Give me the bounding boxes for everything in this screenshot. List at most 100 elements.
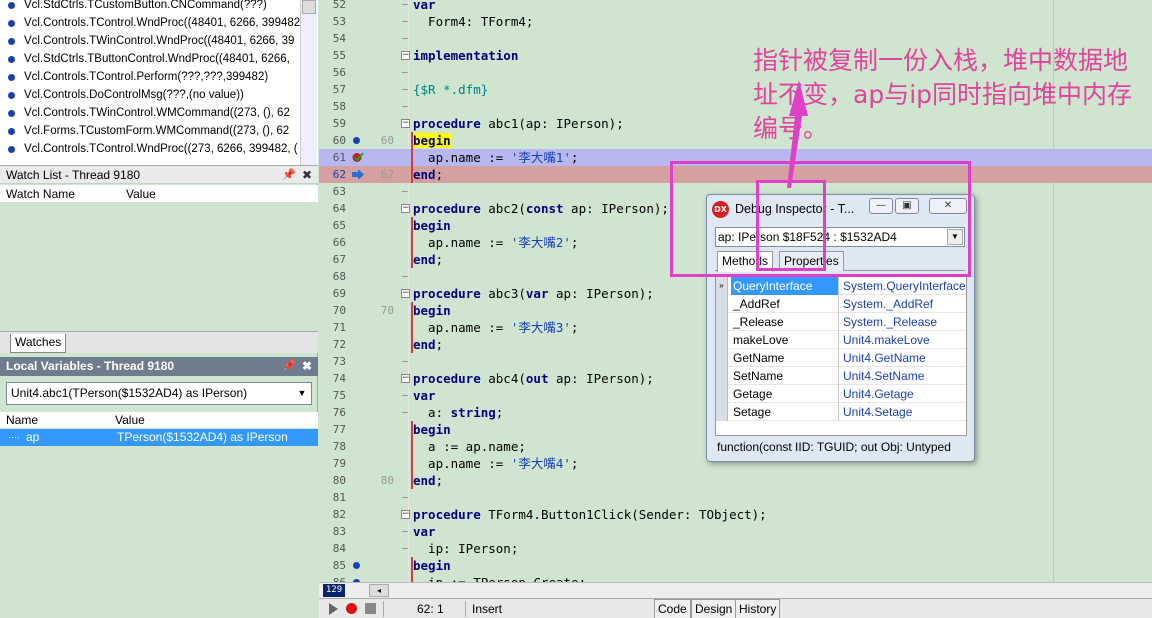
- methods-grid[interactable]: » QueryInterface System.QueryInterface _Add…: [715, 276, 967, 436]
- call-stack-item[interactable]: Vcl.Controls.TWinControl.WndProc((48401,…: [0, 32, 318, 50]
- code-line[interactable]: 80 80 end;: [319, 472, 1152, 489]
- fold-guide: [402, 412, 408, 413]
- code-text: procedure abc2(const ap: IPerson);: [413, 201, 669, 216]
- code-text: begin: [413, 133, 451, 148]
- watch-list-title: Watch List - Thread 9180 📌 ✖: [0, 165, 318, 184]
- call-stack-item[interactable]: Vcl.Controls.DoControlMsg(???,(no value)…: [0, 86, 318, 104]
- code-line[interactable]: 53 Form4: TForm4;: [319, 13, 1152, 30]
- line-number: 52: [332, 0, 346, 11]
- fold-toggle-icon[interactable]: −: [401, 510, 410, 519]
- code-line[interactable]: 82 − procedure TForm4.Button1Click(Sender:…: [319, 506, 1152, 523]
- fold-guide: [402, 531, 408, 532]
- call-stack-item[interactable]: Vcl.Controls.TControl.WndProc((273, 6266…: [0, 140, 318, 158]
- line-number: 58: [332, 100, 346, 113]
- fold-toggle-icon[interactable]: −: [401, 204, 410, 213]
- method-row[interactable]: Getage Unit4.Getage: [716, 385, 966, 403]
- method-address: Unit4.Setage: [843, 405, 913, 419]
- fold-toggle-icon[interactable]: −: [401, 119, 410, 128]
- code-line[interactable]: 52 var: [319, 0, 1152, 13]
- code-text: ip := TPerson.Create;: [413, 574, 586, 582]
- line-number: 57: [332, 83, 346, 96]
- locals-row-ap[interactable]: ···· ap TPerson($1532AD4) as IPerson: [0, 429, 318, 446]
- breakpoint-dot-icon: [8, 128, 15, 135]
- call-stack-item[interactable]: Vcl.StdCtrls.TButtonControl.WndProc((484…: [0, 50, 318, 68]
- line-marker: 70: [380, 304, 394, 317]
- watch-list-body[interactable]: [0, 203, 318, 331]
- pin-icon[interactable]: 📌: [282, 357, 296, 376]
- play-icon[interactable]: [329, 603, 338, 615]
- code-text: end;: [413, 473, 444, 488]
- code-text: procedure abc1(ap: IPerson);: [413, 116, 624, 131]
- fold-toggle-icon[interactable]: −: [401, 374, 410, 383]
- call-stack-item[interactable]: Vcl.Controls.TControl.WndProc((48401, 62…: [0, 14, 318, 32]
- line-marker: 62: [380, 168, 394, 181]
- method-name: makeLove: [731, 331, 839, 349]
- call-stack-item[interactable]: Vcl.StdCtrls.TCustomButton.CNCommand(???…: [0, 0, 318, 14]
- locals-frame-select[interactable]: Unit4.abc1(TPerson($1532AD4) as IPerson)…: [6, 382, 312, 405]
- scroll-thumb[interactable]: [302, 0, 316, 14]
- chevron-down-icon[interactable]: ▼: [293, 383, 311, 404]
- line-number: 72: [332, 338, 346, 351]
- pin-icon[interactable]: 📌: [282, 166, 296, 185]
- line-number: 77: [332, 423, 346, 436]
- locals-col-value[interactable]: Value: [115, 412, 145, 429]
- line-number: 59: [332, 117, 346, 130]
- call-stack-scrollbar[interactable]: [300, 0, 317, 165]
- fold-toggle-icon[interactable]: −: [401, 289, 410, 298]
- fold-toggle-icon[interactable]: −: [401, 51, 410, 60]
- method-row[interactable]: makeLove Unit4.makeLove: [716, 331, 966, 349]
- code-text: ap.name := '李大嘴3';: [413, 320, 579, 335]
- call-stack-item[interactable]: Vcl.Controls.TWinControl.WMCommand((273,…: [0, 104, 318, 122]
- locals-col-name[interactable]: Name: [6, 412, 38, 429]
- line-number: 86: [319, 574, 346, 582]
- call-stack-label: Vcl.StdCtrls.TButtonControl.WndProc((484…: [24, 53, 290, 65]
- tab-design[interactable]: Design: [691, 599, 737, 618]
- breakpoint-check-icon[interactable]: [352, 152, 364, 163]
- method-row[interactable]: Setage Unit4.Setage: [716, 403, 966, 421]
- code-line[interactable]: 83 var: [319, 523, 1152, 540]
- close-icon[interactable]: ✖: [302, 166, 312, 185]
- editor-status-bar: 62: 1 Insert Code Design History: [319, 598, 1152, 618]
- call-stack-label: Vcl.Controls.TControl.WndProc((273, 6266…: [24, 143, 298, 155]
- tab-history[interactable]: History: [735, 599, 781, 618]
- method-address: Unit4.SetName: [843, 369, 925, 383]
- code-line[interactable]: 81: [319, 489, 1152, 506]
- code-text: begin: [413, 558, 451, 573]
- tab-code[interactable]: Code: [654, 599, 691, 618]
- watch-col-value[interactable]: Value: [126, 185, 156, 203]
- inspector-signature: function(const IID: TGUID; out Obj: Unty…: [717, 440, 951, 454]
- fold-guide: [402, 548, 408, 549]
- breakpoint-dot-icon[interactable]: [353, 137, 360, 144]
- breakpoint-dot-icon[interactable]: [353, 562, 360, 569]
- code-text: {$R *.dfm}: [413, 82, 489, 97]
- method-row[interactable]: » QueryInterface System.QueryInterface: [716, 277, 966, 295]
- line-number: 69: [332, 287, 346, 300]
- method-row[interactable]: GetName Unit4.GetName: [716, 349, 966, 367]
- fold-guide: [402, 276, 408, 277]
- call-stack-list[interactable]: Vcl.StdCtrls.TCustomButton.CNCommand(???…: [0, 0, 318, 165]
- watch-col-name[interactable]: Watch Name: [6, 185, 75, 203]
- line-number: 73: [332, 355, 346, 368]
- method-name: _Release: [731, 313, 839, 331]
- method-row[interactable]: _Release System._Release: [716, 313, 966, 331]
- method-row[interactable]: _AddRef System._AddRef: [716, 295, 966, 313]
- call-stack-item[interactable]: Vcl.Forms.TCustomForm.WMCommand((273, ()…: [0, 122, 318, 140]
- method-row[interactable]: SetName Unit4.SetName: [716, 367, 966, 385]
- locals-row-name: ap: [26, 430, 40, 444]
- line-number: 55: [332, 49, 346, 62]
- fold-guide: [402, 38, 408, 39]
- code-line[interactable]: 84 ip: IPerson;: [319, 540, 1152, 557]
- scroll-left-button[interactable]: ◂: [369, 584, 389, 597]
- line-number: 56: [332, 66, 346, 79]
- line-number: 53: [332, 15, 346, 28]
- close-icon[interactable]: ✖: [302, 357, 312, 376]
- call-stack-item[interactable]: Vcl.Controls.TControl.Perform(???,???,39…: [0, 68, 318, 86]
- record-icon[interactable]: [346, 603, 357, 614]
- code-line[interactable]: 86 ip := TPerson.Create;: [319, 574, 1152, 582]
- code-text: procedure abc3(var ap: IPerson);: [413, 286, 654, 301]
- horizontal-scrollbar[interactable]: 129 ◂: [319, 582, 1152, 598]
- tab-watches[interactable]: Watches: [10, 334, 67, 353]
- line-number: 65: [332, 219, 346, 232]
- code-line[interactable]: 85 begin: [319, 557, 1152, 574]
- stop-icon[interactable]: [365, 603, 376, 614]
